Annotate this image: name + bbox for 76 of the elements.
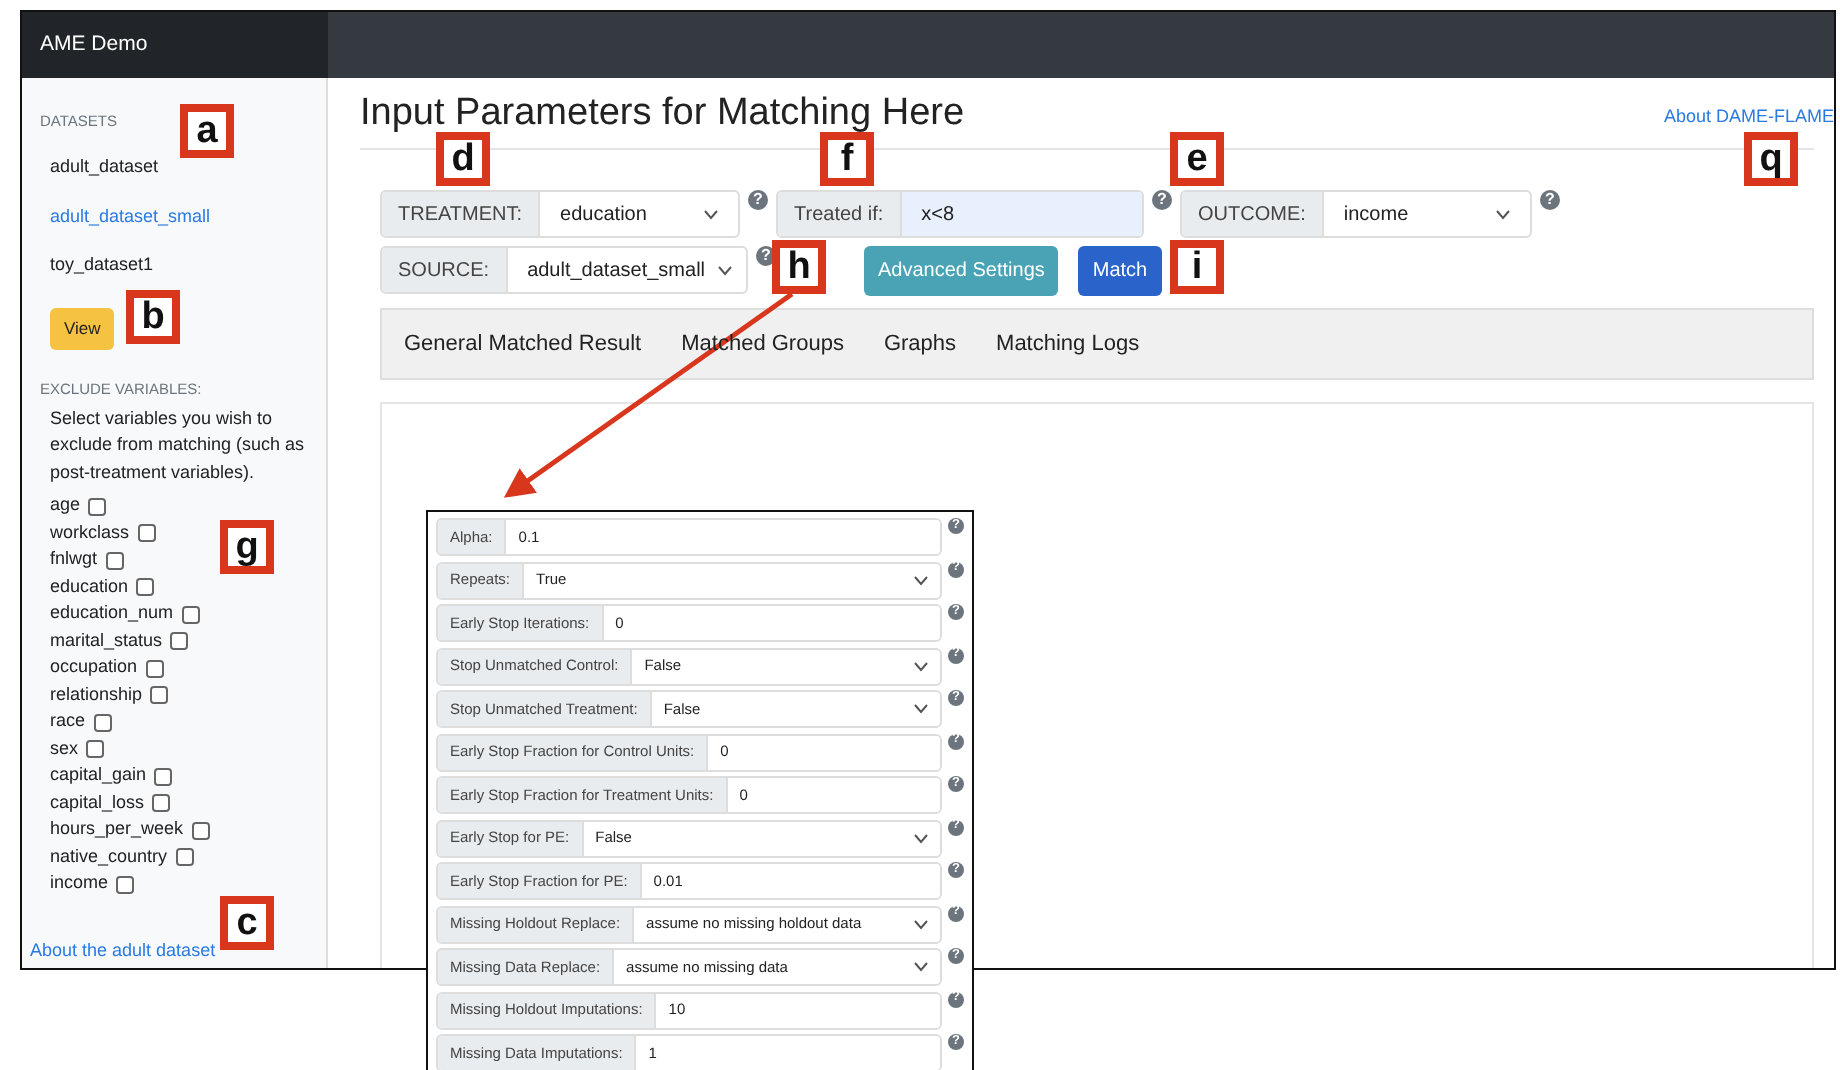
checkbox[interactable] (152, 794, 171, 812)
variable-label: education (50, 573, 129, 600)
checkbox[interactable] (116, 875, 135, 893)
checkbox[interactable] (145, 659, 164, 677)
field-label: TREATMENT: (382, 192, 541, 236)
caret-icon (704, 209, 718, 219)
variable-label: occupation (50, 654, 138, 681)
checkbox[interactable] (137, 524, 156, 542)
variable-label: income (50, 870, 109, 897)
checkbox[interactable] (181, 605, 200, 623)
caret-icon (914, 575, 928, 585)
checkbox[interactable] (136, 578, 155, 596)
caret-icon (717, 265, 732, 275)
callout-label: b (126, 290, 180, 344)
caret-icon (1496, 209, 1510, 219)
dataset-item[interactable]: adult_dataset (50, 154, 310, 182)
variable-label: native_country (50, 843, 168, 870)
variable-label: education_num (50, 600, 174, 627)
field-label: OUTCOME: (1182, 192, 1324, 236)
checkbox[interactable] (170, 632, 189, 650)
select-field[interactable]: TREATMENT: education (380, 190, 740, 238)
variable-label: capital_gain (50, 762, 147, 789)
variable-label: fnlwgt (50, 546, 98, 573)
view-button[interactable]: View (50, 307, 115, 349)
help-icon[interactable]: ? (1152, 190, 1172, 210)
dataset-item[interactable]: adult_dataset_small (50, 203, 310, 231)
variable-label: sex (50, 735, 79, 762)
checkbox[interactable] (93, 713, 112, 731)
match-button[interactable]: Match (1078, 246, 1162, 296)
variable-label: workclass (50, 519, 130, 546)
tab[interactable]: Matching Logs (996, 327, 1140, 361)
callout-label: i (1170, 240, 1224, 294)
callout-label: h (772, 240, 826, 294)
app-brand[interactable]: AME Demo (40, 29, 148, 61)
callout-label: a (180, 104, 234, 158)
callout-label: e (1170, 132, 1224, 186)
caret-icon (914, 833, 928, 843)
callout-label: d (436, 132, 490, 186)
callout-label: q (1744, 132, 1798, 186)
select-value: income (1343, 201, 1409, 229)
caret-icon (914, 919, 928, 929)
checkbox[interactable] (175, 848, 194, 866)
callout-label: f (820, 132, 874, 186)
field-label: Treated if: (778, 192, 902, 236)
variable-label: capital_loss (50, 789, 145, 816)
help-text: Select variables you wish to exclude from matching (such as post-treatment variables). (50, 405, 307, 486)
checkbox[interactable] (86, 740, 105, 758)
checkbox[interactable] (150, 686, 169, 704)
dataset-item[interactable]: toy_dataset1 (50, 252, 310, 280)
about-link[interactable]: About DAME-FLAME (1663, 104, 1834, 131)
field-label: SOURCE: (382, 248, 508, 292)
callout-label: c (220, 896, 274, 950)
checkbox[interactable] (154, 767, 173, 785)
variable-label: race (50, 708, 86, 735)
variable-label: marital_status (50, 627, 163, 654)
help-icon[interactable]: ? (1540, 190, 1560, 210)
select-field[interactable]: SOURCE: adult_dataset_small (380, 246, 748, 294)
select-value: adult_dataset_small (527, 257, 706, 285)
page-title: Input Parameters for Matching Here (360, 94, 965, 132)
variable-label: hours_per_week (50, 816, 184, 843)
variable-label: relationship (50, 681, 143, 708)
input-field[interactable]: Treated if: x<8 (776, 190, 1144, 238)
checkbox[interactable] (105, 551, 124, 569)
select-field[interactable]: OUTCOME: income (1180, 190, 1532, 238)
checkbox[interactable] (88, 497, 107, 515)
callout-label: g (220, 520, 274, 574)
input-value: x<8 (921, 201, 955, 229)
variable-label: age (50, 492, 81, 519)
tab[interactable]: Graphs (883, 327, 957, 361)
checkbox[interactable] (191, 821, 210, 839)
caret-icon (914, 704, 928, 714)
caret-icon (914, 661, 928, 671)
select-value: education (560, 201, 647, 229)
caret-icon (914, 962, 928, 972)
tab[interactable]: General Matched Result (404, 327, 642, 361)
help-icon[interactable]: ? (748, 190, 768, 210)
